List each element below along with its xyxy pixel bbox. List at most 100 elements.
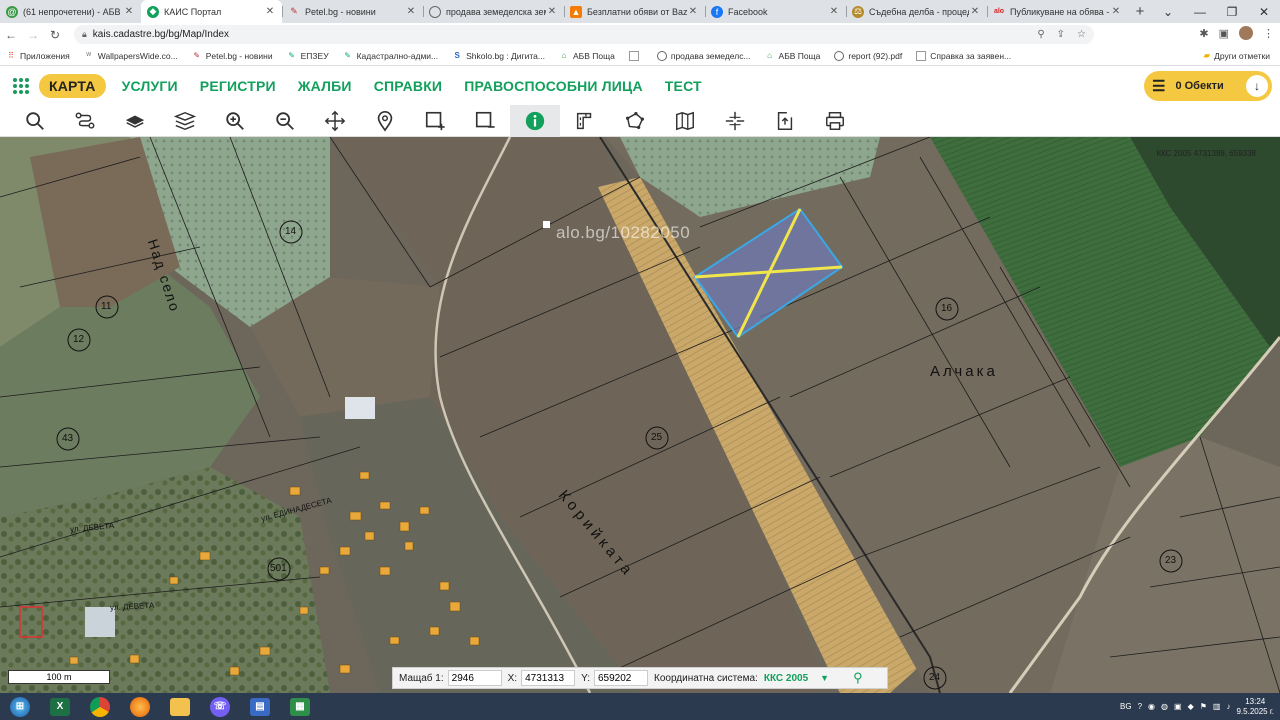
tab-abv[interactable]: @ (61 непрочетени) - АБВ пощ✕ — [0, 0, 141, 23]
share-icon[interactable]: ⇪ — [1057, 29, 1065, 40]
tab-court[interactable]: ⚖ Съдебна делба - процеду ✕ — [846, 0, 987, 23]
parcel-number[interactable]: 12 — [73, 334, 84, 345]
taskbar-excel[interactable]: X — [40, 693, 80, 720]
bookmark-wallpapers[interactable]: ᵂ WallpapersWide.co... — [84, 51, 178, 61]
coordinate-search-icon[interactable]: ⚲ — [853, 670, 863, 686]
close-icon[interactable]: ✕ — [969, 6, 981, 17]
parcel-number[interactable]: 23 — [1165, 555, 1176, 566]
apps-grid-icon[interactable] — [13, 78, 29, 94]
parcel-number[interactable]: 14 — [285, 226, 296, 237]
tray-app-icon[interactable]: ◆ — [1188, 702, 1194, 711]
location-tool[interactable] — [360, 105, 410, 137]
bookmark-report[interactable]: report (92).pdf — [834, 50, 902, 61]
taskbar-explorer[interactable] — [160, 693, 200, 720]
route-tool[interactable] — [60, 105, 110, 137]
chevron-down-icon[interactable]: ▼ — [820, 673, 829, 683]
clock[interactable]: 13:24 9.5.2025 г. — [1236, 697, 1274, 717]
tray-app-icon[interactable]: ◉ — [1148, 702, 1155, 711]
map-canvas[interactable]: ККС 2005 4731388, 659338 alo.bg/10282050… — [0, 137, 1280, 693]
taskbar-chrome[interactable] — [80, 693, 120, 720]
scale-input[interactable] — [447, 670, 502, 686]
layers-tool[interactable] — [160, 105, 210, 137]
tab-search-icon[interactable]: ⌄ — [1152, 5, 1184, 19]
network-icon[interactable]: ▥ — [1213, 702, 1221, 711]
tab-petel[interactable]: ✎ Petel.bg - новини ✕ — [282, 0, 423, 23]
close-icon[interactable]: ✕ — [828, 6, 840, 17]
map-book-tool[interactable] — [660, 105, 710, 137]
tray-app-icon[interactable]: ◍ — [1161, 702, 1168, 711]
url-bar[interactable]: 🔒︎ kais.cadastre.bg/bg/Map/Index ⚲ ⇪ ☆ — [74, 25, 1094, 44]
close-icon[interactable]: ✕ — [546, 6, 558, 17]
close-icon[interactable]: ✕ — [264, 6, 276, 17]
bookmark-petel[interactable]: ✎ Petel.bg - новини — [192, 51, 272, 61]
bookmark-abv[interactable]: ⌂ АБВ Поща — [559, 51, 615, 61]
search-tool[interactable] — [10, 105, 60, 137]
tab-facebook[interactable]: f Facebook ✕ — [705, 0, 846, 23]
volume-icon[interactable]: ♪ — [1226, 702, 1230, 711]
crosshair-tool[interactable] — [710, 105, 760, 137]
language-indicator[interactable]: BG — [1120, 702, 1132, 711]
bookmark-land[interactable]: продава земеделс... — [656, 50, 751, 61]
zoom-indicator-icon[interactable]: ⚲ — [1037, 29, 1044, 40]
close-icon[interactable]: ✕ — [405, 6, 417, 17]
y-coordinate-input[interactable] — [594, 670, 648, 686]
taskbar-network-app[interactable]: ▤ — [240, 693, 280, 720]
print-tool[interactable] — [810, 105, 860, 137]
tab-kais[interactable]: ◆ КАИС Портал ✕ — [141, 0, 282, 23]
zoom-out-tool[interactable] — [260, 105, 310, 137]
close-icon[interactable]: ✕ — [1110, 6, 1122, 17]
bookmark-spravka[interactable]: Справка за заявен... — [916, 50, 1011, 61]
parcel-number[interactable]: 501 — [270, 563, 287, 574]
flag-icon[interactable]: ⚑ — [1200, 702, 1207, 711]
tab-bazar[interactable]: ▲ Безплатни обяви от Bazar. ✕ — [564, 0, 705, 23]
bookmark-apps[interactable]: ⠿ Приложения — [6, 51, 70, 61]
nav-complaints[interactable]: ЖАЛБИ — [298, 78, 352, 94]
crs-select[interactable]: ККС 2005 — [764, 673, 808, 684]
bookmark-abv-2[interactable]: ⌂ АБВ Поща — [765, 51, 820, 61]
other-bookmarks[interactable]: ▰ Други отметки — [1204, 50, 1270, 61]
export-tool[interactable] — [760, 105, 810, 137]
close-icon[interactable]: ✕ — [687, 6, 699, 17]
bookmark-epzeu[interactable]: ✎ ЕПЗЕУ — [287, 51, 328, 61]
deselect-tool[interactable] — [460, 105, 510, 137]
parcel-number[interactable]: 11 — [101, 301, 111, 312]
parcel-number[interactable]: 16 — [941, 303, 952, 314]
objects-button[interactable]: ☰ 0 Обекти ↓ — [1144, 71, 1272, 101]
close-window-icon[interactable]: ✕ — [1248, 5, 1280, 19]
help-icon[interactable]: ? — [1138, 702, 1142, 711]
nav-references[interactable]: СПРАВКИ — [374, 78, 443, 94]
restore-icon[interactable]: ❐ — [1216, 5, 1248, 19]
reload-icon[interactable]: ↻ — [44, 28, 66, 42]
extensions-icon[interactable]: ✱ — [1199, 27, 1208, 40]
minimize-icon[interactable]: — — [1184, 5, 1216, 19]
nav-registers[interactable]: РЕГИСТРИ — [200, 78, 276, 94]
parcel-number[interactable]: 25 — [651, 432, 662, 443]
info-tool[interactable] — [510, 104, 560, 137]
nav-licensed-persons[interactable]: ПРАВОСПОСОБНИ ЛИЦА — [464, 78, 643, 94]
parcel-number[interactable]: 24 — [929, 672, 940, 683]
nav-test[interactable]: ТЕСТ — [665, 78, 702, 94]
sidebar-icon[interactable]: ▣ — [1219, 27, 1229, 40]
measure-tool[interactable] — [560, 105, 610, 137]
layer-tool[interactable] — [110, 105, 160, 137]
bookmark-shkolo[interactable]: S Shkolo.bg : Дигита... — [452, 51, 545, 61]
tab-search[interactable]: продава земеделска земя ✕ — [423, 0, 564, 23]
bookmark-cadastre[interactable]: ✎ Кадастрално-адми... — [343, 51, 438, 61]
start-button[interactable]: ⊞ — [0, 693, 40, 720]
nav-map[interactable]: КАРТА — [39, 74, 106, 98]
tray-app-icon[interactable]: ▣ — [1174, 702, 1182, 711]
bookmark-blank[interactable] — [628, 50, 643, 61]
back-icon[interactable]: ← — [0, 28, 22, 42]
pan-tool[interactable] — [310, 105, 360, 137]
taskbar-viber[interactable]: ☏ — [200, 693, 240, 720]
lock-icon[interactable]: 🔒︎ — [82, 29, 87, 40]
taskbar-monitor-app[interactable]: ▦ — [280, 693, 320, 720]
star-icon[interactable]: ☆ — [1077, 29, 1086, 40]
zoom-in-tool[interactable] — [210, 105, 260, 137]
close-icon[interactable]: ✕ — [123, 6, 135, 17]
forward-icon[interactable]: → — [22, 28, 44, 42]
taskbar-firefox[interactable] — [120, 693, 160, 720]
x-coordinate-input[interactable] — [521, 670, 576, 686]
polygon-tool[interactable] — [610, 105, 660, 137]
tab-alo[interactable]: alo Публикуване на обява - П ✕ — [987, 0, 1128, 23]
